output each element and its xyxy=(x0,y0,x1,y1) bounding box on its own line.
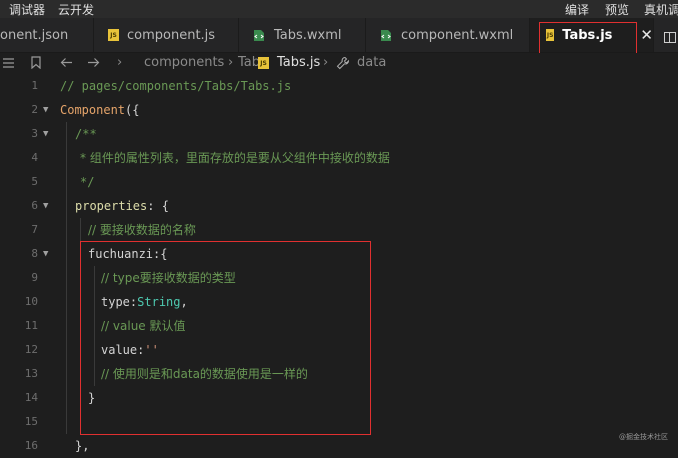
menu-debugger[interactable]: 调试器 xyxy=(9,1,45,18)
forward-arrow-icon[interactable] xyxy=(88,57,100,68)
fold-chevron-icon[interactable]: ▼ xyxy=(43,122,48,146)
code-line: 2 ▼ Component({ xyxy=(0,98,678,122)
chevron-right-icon: › xyxy=(228,55,234,70)
js-file-icon: JS xyxy=(108,29,119,41)
code-line: 16 }, xyxy=(24,439,90,453)
wxml-file-icon xyxy=(381,29,391,41)
fold-chevron-icon[interactable]: ▼ xyxy=(43,194,48,218)
menu-cloud-dev[interactable]: 云开发 xyxy=(58,1,94,18)
menu-compile[interactable]: 编译 xyxy=(565,1,589,18)
code-highlight-box xyxy=(80,241,371,435)
code-line: 4 * 组件的属性列表，里面存放的是要从父组件中接收的数据 xyxy=(0,146,678,170)
menu-icon[interactable] xyxy=(3,58,14,68)
code-line: 7 // 要接收数据的名称 xyxy=(0,218,678,242)
breadcrumb: › components › Tabs JS Tabs.js › data xyxy=(0,53,678,74)
tab-label: component.wxml xyxy=(401,27,514,43)
code-line: 5 */ xyxy=(0,170,678,194)
tab-component-js[interactable]: JS component.js xyxy=(94,18,239,52)
tab-label: Tabs.wxml xyxy=(274,27,342,43)
tab-component-wxml[interactable]: component.wxml xyxy=(366,18,530,52)
bookmark-icon[interactable] xyxy=(31,56,41,69)
fold-chevron-icon[interactable]: ▼ xyxy=(43,242,48,266)
tab-tabs-wxml[interactable]: Tabs.wxml xyxy=(239,18,366,52)
breadcrumb-item-data[interactable]: data xyxy=(357,55,386,70)
code-line: 3 ▼ /** xyxy=(0,122,678,146)
tab-component-json[interactable]: onent.json xyxy=(0,18,94,52)
menu-preview[interactable]: 预览 xyxy=(605,1,629,18)
chevron-right-icon: › xyxy=(117,55,123,70)
breadcrumb-item-file[interactable]: Tabs.js xyxy=(277,55,320,70)
fold-chevron-icon[interactable]: ▼ xyxy=(43,98,48,122)
watermark-text: @掘金技术社区 xyxy=(619,433,668,441)
chevron-right-icon: › xyxy=(323,55,329,70)
code-line: 1 // pages/components/Tabs/Tabs.js xyxy=(31,79,292,93)
back-arrow-icon[interactable] xyxy=(60,57,72,68)
js-file-icon: JS xyxy=(258,57,269,69)
wxml-file-icon xyxy=(254,29,264,41)
code-line: 6 ▼ properties: { xyxy=(0,194,678,218)
tab-label: component.js xyxy=(127,27,216,43)
menu-real-device-debug[interactable]: 真机调 xyxy=(644,1,678,18)
close-icon[interactable]: ✕ xyxy=(640,26,653,44)
wrench-icon xyxy=(336,56,350,70)
active-tab-highlight-box xyxy=(539,22,637,57)
split-editor-icon[interactable] xyxy=(664,32,676,43)
top-menubar: 调试器 云开发 编译 预览 真机调 xyxy=(0,0,678,18)
tab-label: onent.json xyxy=(0,27,69,43)
breadcrumb-item-components[interactable]: components xyxy=(144,55,224,70)
